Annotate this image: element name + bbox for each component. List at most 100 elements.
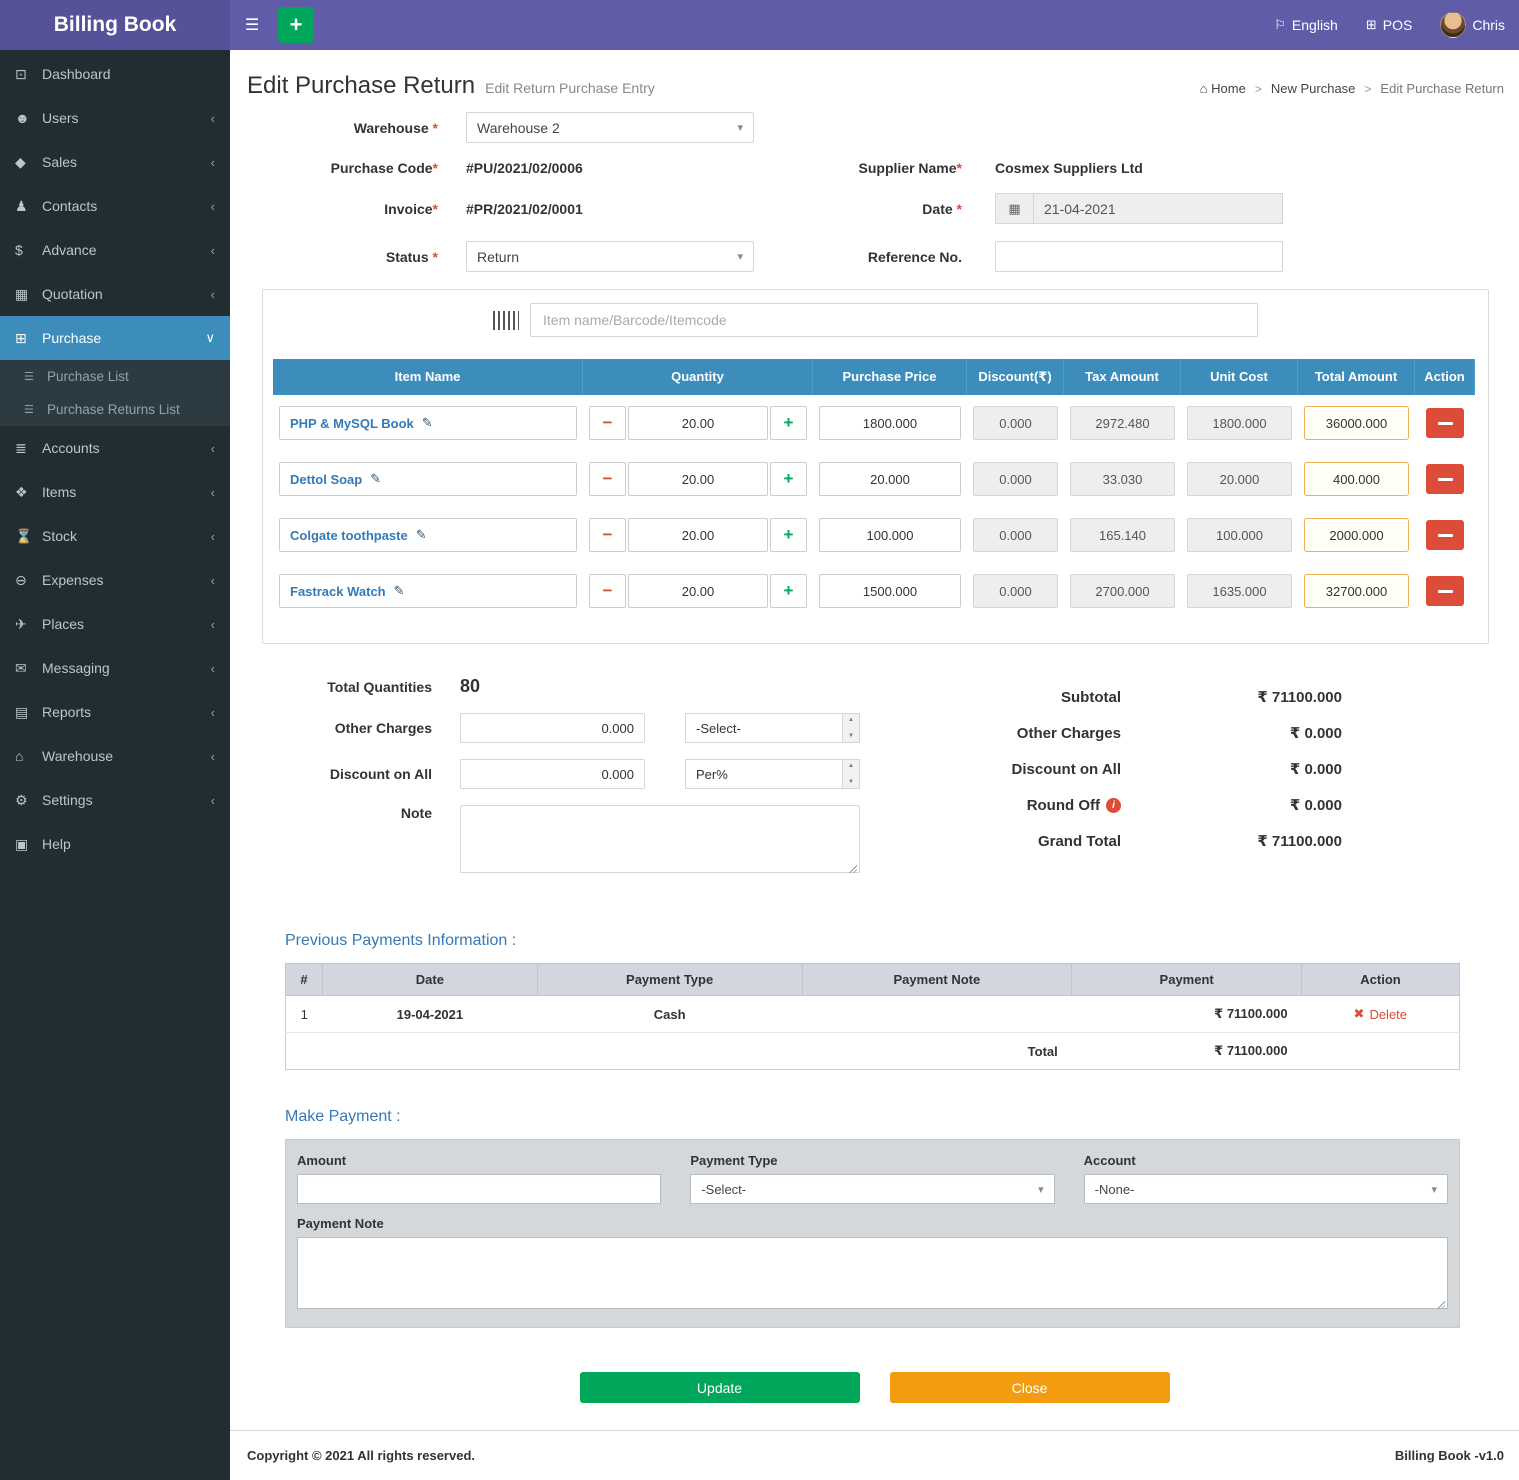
qty-input[interactable] (628, 518, 768, 552)
purchase-price-input[interactable] (819, 574, 961, 608)
sidebar-item-label: Advance (42, 242, 211, 258)
account-select[interactable]: -None- ▾ (1084, 1174, 1448, 1204)
purchase-code-value: #PU/2021/02/0006 (466, 160, 583, 176)
sidebar-item-label: Reports (42, 704, 211, 720)
qty-increase-button[interactable]: + (770, 406, 807, 440)
sidebar-item-help[interactable]: ▣ Help (0, 822, 230, 866)
make-payment-panel: Amount Payment Type -Select- ▾ Account (285, 1139, 1460, 1328)
close-button[interactable]: Close (890, 1372, 1170, 1403)
minus-icon (1438, 478, 1453, 481)
sidebar-item-settings[interactable]: ⚙ Settings ‹ (0, 778, 230, 822)
purchase-price-input[interactable] (819, 406, 961, 440)
item-name-link[interactable]: Fastrack Watch✎ (279, 574, 577, 608)
tax-amount-value: 33.030 (1070, 462, 1175, 496)
accounts-icon: ≣ (15, 440, 42, 457)
info-icon[interactable]: i (1106, 798, 1121, 813)
col-header-discount: Discount(₹) (967, 359, 1064, 395)
update-button[interactable]: Update (580, 1372, 860, 1403)
sidebar-item-users[interactable]: ☻ Users ‹ (0, 96, 230, 140)
sidebar-item-expenses[interactable]: ⊖ Expenses ‹ (0, 558, 230, 602)
sidebar-item-label: Messaging (42, 660, 211, 676)
breadcrumb-home[interactable]: ⌂ Home (1200, 81, 1246, 96)
app-window: Billing Book ☰ + ⚐ English ⊞ POS Chris (0, 0, 1519, 1480)
chevron-left-icon: ‹ (211, 287, 215, 302)
sidebar-item-dashboard[interactable]: ⊡ Dashboard (0, 52, 230, 96)
qty-increase-button[interactable]: + (770, 574, 807, 608)
sidebar-item-label: Contacts (42, 198, 211, 214)
sidebar-item-places[interactable]: ✈ Places ‹ (0, 602, 230, 646)
tax-amount-value: 165.140 (1070, 518, 1175, 552)
sidebar-subitem-purchase-returns-list[interactable]: ☰ Purchase Returns List (0, 393, 230, 426)
edit-icon: ✎ (394, 583, 405, 599)
qty-decrease-button[interactable]: − (589, 406, 626, 440)
app-brand[interactable]: Billing Book (0, 0, 230, 50)
sidebar-subitem-purchase-list[interactable]: ☰ Purchase List (0, 360, 230, 393)
qty-input[interactable] (628, 574, 768, 608)
item-search-input[interactable] (530, 303, 1258, 337)
pos-button[interactable]: ⊞ POS (1352, 0, 1426, 50)
sidebar-item-contacts[interactable]: ♟ Contacts ‹ (0, 184, 230, 228)
qty-input[interactable] (628, 406, 768, 440)
note-textarea[interactable] (460, 805, 860, 873)
date-input[interactable] (1033, 193, 1283, 224)
col-header-total-amount: Total Amount (1298, 359, 1415, 395)
item-name-link[interactable]: Dettol Soap✎ (279, 462, 577, 496)
remove-item-button[interactable] (1426, 464, 1464, 494)
payment-type-select[interactable]: -Select- ▾ (690, 1174, 1054, 1204)
resize-handle[interactable] (1436, 1300, 1445, 1309)
item-name-link[interactable]: PHP & MySQL Book✎ (279, 406, 577, 440)
edit-icon: ✎ (422, 415, 433, 431)
amount-label: Amount (297, 1153, 661, 1168)
edit-icon: ✎ (370, 471, 381, 487)
other-charges-select[interactable]: -Select- ▲▼ (685, 713, 860, 743)
sidebar-item-purchase[interactable]: ⊞ Purchase ∨ (0, 316, 230, 360)
payment-row-date: 19-04-2021 (322, 996, 537, 1033)
purchase-price-input[interactable] (819, 518, 961, 552)
sidebar-item-label: Sales (42, 154, 211, 170)
item-name-link[interactable]: Colgate toothpaste✎ (279, 518, 577, 552)
resize-handle[interactable] (848, 864, 857, 873)
user-menu[interactable]: Chris (1426, 0, 1519, 50)
page-title: Edit Purchase Return (247, 72, 475, 100)
qty-decrease-button[interactable]: − (589, 462, 626, 496)
quick-add-button[interactable]: + (278, 7, 314, 43)
reference-input[interactable] (995, 241, 1283, 272)
col-header-unit-cost: Unit Cost (1181, 359, 1298, 395)
status-select[interactable]: Return ▾ (466, 241, 754, 272)
purchase-price-input[interactable] (819, 462, 961, 496)
qty-increase-button[interactable]: + (770, 518, 807, 552)
remove-item-button[interactable] (1426, 520, 1464, 550)
minus-icon (1438, 422, 1453, 425)
breadcrumb-new-purchase[interactable]: New Purchase (1271, 81, 1356, 96)
discount-value: 0.000 (973, 518, 1058, 552)
sidebar-item-accounts[interactable]: ≣ Accounts ‹ (0, 426, 230, 470)
language-menu[interactable]: ⚐ English (1260, 0, 1352, 50)
qty-input[interactable] (628, 462, 768, 496)
warehouse-select[interactable]: Warehouse 2 ▾ (466, 112, 754, 143)
qty-decrease-button[interactable]: − (589, 574, 626, 608)
qty-increase-button[interactable]: + (770, 462, 807, 496)
remove-item-button[interactable] (1426, 576, 1464, 606)
chevron-left-icon: ‹ (211, 617, 215, 632)
menu-toggle-button[interactable]: ☰ (230, 0, 274, 50)
sidebar-item-advance[interactable]: $ Advance ‹ (0, 228, 230, 272)
amount-input[interactable] (297, 1174, 661, 1204)
sidebar-item-reports[interactable]: ▤ Reports ‹ (0, 690, 230, 734)
sidebar-item-items[interactable]: ❖ Items ‹ (0, 470, 230, 514)
main-content: Edit Purchase Return Edit Return Purchas… (230, 50, 1519, 1480)
chevron-left-icon: ‹ (211, 705, 215, 720)
payment-note-textarea[interactable] (297, 1237, 1448, 1309)
discount-value: 0.000 (973, 406, 1058, 440)
discount-type-select[interactable]: Per% ▲▼ (685, 759, 860, 789)
payment-row-num: 1 (286, 996, 323, 1033)
remove-item-button[interactable] (1426, 408, 1464, 438)
sidebar-item-messaging[interactable]: ✉ Messaging ‹ (0, 646, 230, 690)
other-charges-input[interactable] (460, 713, 645, 743)
qty-decrease-button[interactable]: − (589, 518, 626, 552)
sidebar-item-sales[interactable]: ◆ Sales ‹ (0, 140, 230, 184)
sidebar-item-stock[interactable]: ⌛ Stock ‹ (0, 514, 230, 558)
sidebar-item-warehouse[interactable]: ⌂ Warehouse ‹ (0, 734, 230, 778)
sidebar-item-quotation[interactable]: ▦ Quotation ‹ (0, 272, 230, 316)
discount-on-all-input[interactable] (460, 759, 645, 789)
delete-payment-button[interactable]: ✖ Delete (1354, 1006, 1407, 1022)
